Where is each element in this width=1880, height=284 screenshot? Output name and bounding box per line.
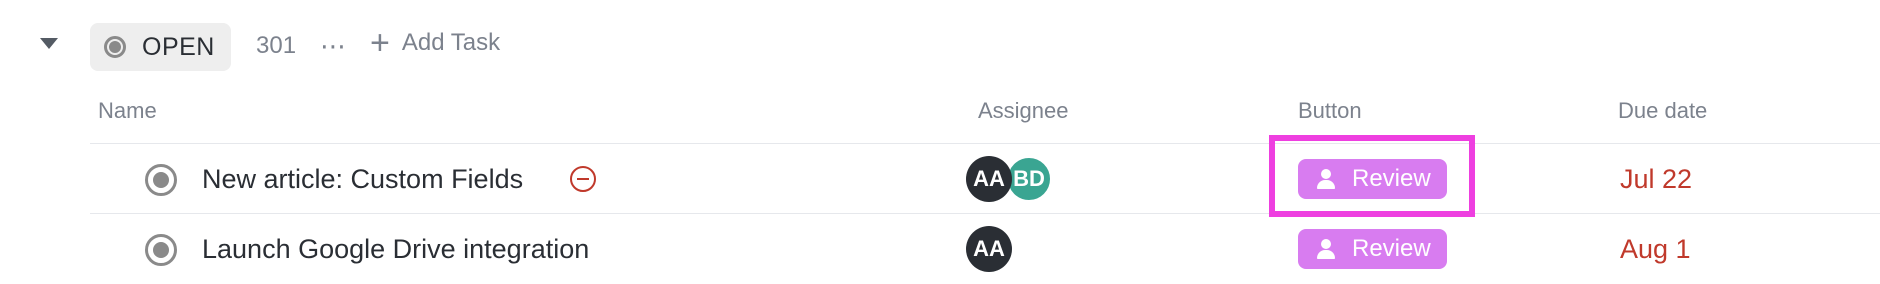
task-count: 301	[256, 32, 297, 59]
due-date[interactable]: Jul 22	[1620, 164, 1692, 195]
collapse-caret-icon[interactable]	[40, 38, 58, 49]
avatar-aa[interactable]: AA	[966, 156, 1012, 202]
add-task-button[interactable]: + Add Task	[370, 24, 501, 62]
task-row[interactable]: New article: Custom Fields AA BD Review …	[90, 143, 1880, 214]
due-date[interactable]: Aug 1	[1620, 234, 1691, 265]
review-button[interactable]: Review	[1298, 229, 1447, 269]
task-status-icon[interactable]	[145, 164, 177, 196]
task-name[interactable]: New article: Custom Fields	[202, 164, 523, 195]
status-group-header: OPEN 301 ⋯ + Add Task	[0, 20, 1880, 71]
urgent-minus-circle-icon[interactable]	[570, 166, 596, 192]
status-label: OPEN	[142, 32, 215, 61]
avatar-bd[interactable]: BD	[1006, 156, 1052, 202]
column-header-assignee[interactable]: Assignee	[978, 98, 1069, 124]
add-task-label: Add Task	[401, 29, 501, 56]
column-header-name[interactable]: Name	[98, 98, 157, 124]
person-icon	[1316, 238, 1336, 260]
task-status-icon[interactable]	[145, 234, 177, 266]
plus-icon: +	[370, 24, 390, 62]
task-row[interactable]: Launch Google Drive integration AA Revie…	[90, 213, 1880, 284]
column-header-due-date[interactable]: Due date	[1618, 98, 1707, 124]
more-options-icon[interactable]: ⋯	[320, 31, 347, 62]
task-name[interactable]: Launch Google Drive integration	[202, 234, 589, 265]
avatar-aa[interactable]: AA	[966, 226, 1012, 272]
review-button-label: Review	[1352, 165, 1431, 192]
status-circle-icon	[104, 36, 126, 58]
review-button-label: Review	[1352, 235, 1431, 262]
status-pill-open[interactable]: OPEN	[90, 23, 231, 71]
column-header-button[interactable]: Button	[1298, 98, 1362, 124]
person-icon	[1316, 168, 1336, 190]
review-button[interactable]: Review	[1298, 159, 1447, 199]
